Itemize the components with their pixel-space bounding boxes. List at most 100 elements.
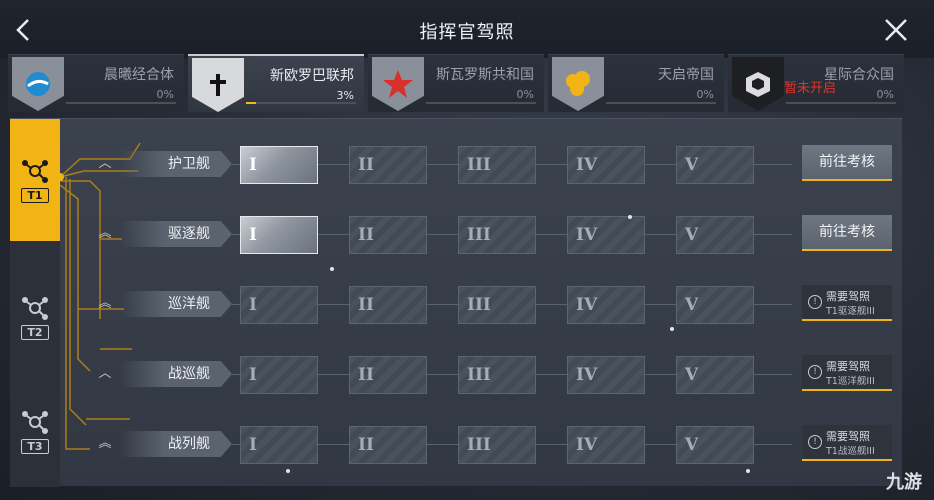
cloud-emblem-icon <box>552 57 604 111</box>
star-dot <box>628 215 632 219</box>
level-numeral: II <box>358 225 374 245</box>
tier-label: T1 <box>21 187 49 203</box>
header-bar: 指挥官驾照 <box>0 0 934 58</box>
circle-swirl-emblem-icon <box>12 57 64 111</box>
level-numeral: I <box>249 295 257 315</box>
star-dot <box>330 267 334 271</box>
cube-emblem-icon <box>732 57 784 111</box>
requirement-title: 需要驾照 <box>826 430 870 443</box>
faction-progress-text: 3% <box>336 89 354 102</box>
license-level-5[interactable]: V <box>676 146 754 184</box>
license-level-2[interactable]: II <box>349 356 427 394</box>
faction-tab[interactable]: 星际合众国 0% 暂未开启 <box>728 54 904 112</box>
license-level-3[interactable]: III <box>458 146 536 184</box>
ship-class-label: 战巡舰 <box>120 361 232 387</box>
ship-class-label: 巡洋舰 <box>120 291 232 317</box>
ship-class-label: 驱逐舰 <box>120 221 232 247</box>
alert-icon: ! <box>808 365 822 379</box>
level-numeral: II <box>358 155 374 175</box>
page-title: 指挥官驾照 <box>419 22 515 43</box>
level-numeral: IV <box>576 225 598 245</box>
license-level-5[interactable]: V <box>676 286 754 324</box>
requirement-box: ! 需要驾照 T1巡洋舰III <box>802 355 892 391</box>
tier-tab[interactable]: T3 <box>10 381 60 481</box>
level-numeral: II <box>358 365 374 385</box>
faction-progress-text: 0% <box>516 88 534 101</box>
faction-progress-bar <box>66 102 176 104</box>
faction-progress-text: 0% <box>696 88 714 101</box>
level-numeral: I <box>249 365 257 385</box>
faction-tab[interactable]: 新欧罗巴联邦 3% <box>188 54 364 112</box>
level-numeral: III <box>467 365 491 385</box>
ship-row: ︽ 驱逐舰 I II III IV V 前往考核 <box>96 215 896 255</box>
license-level-3[interactable]: III <box>458 356 536 394</box>
license-level-1[interactable]: I <box>240 146 318 184</box>
license-level-2[interactable]: II <box>349 286 427 324</box>
level-numeral: I <box>249 225 257 245</box>
star-dot <box>670 327 674 331</box>
star-dot <box>286 469 290 473</box>
license-level-4[interactable]: IV <box>567 216 645 254</box>
level-numeral: I <box>249 155 257 175</box>
faction-name: 斯瓦罗斯共和国 <box>436 67 534 83</box>
molecule-icon <box>22 410 48 434</box>
requirement-title: 需要驾照 <box>826 360 870 373</box>
close-button[interactable] <box>882 16 910 44</box>
level-numeral: I <box>249 435 257 455</box>
ship-row: ︿ 战巡舰 I II III IV V! 需要驾照 T1巡洋舰III <box>96 355 896 395</box>
level-numeral: III <box>467 435 491 455</box>
license-level-1[interactable]: I <box>240 356 318 394</box>
license-level-3[interactable]: III <box>458 216 536 254</box>
requirement-title: 需要驾照 <box>826 290 870 303</box>
license-level-3[interactable]: III <box>458 426 536 464</box>
license-level-1[interactable]: I <box>240 286 318 324</box>
license-level-3[interactable]: III <box>458 286 536 324</box>
faction-tab[interactable]: 斯瓦罗斯共和国 0% <box>368 54 544 112</box>
go-assess-button[interactable]: 前往考核 <box>802 215 892 251</box>
tier-label: T3 <box>21 438 49 454</box>
faction-progress-bar <box>606 102 716 104</box>
license-level-4[interactable]: IV <box>567 146 645 184</box>
star-emblem-icon <box>372 57 424 111</box>
ship-row: ︿ 护卫舰 I II III IV V 前往考核 <box>96 145 896 185</box>
license-level-4[interactable]: IV <box>567 426 645 464</box>
faction-progress-bar <box>786 102 896 104</box>
license-panel: T1 T2 T3 ︿ 护卫舰 I II III IV V 前往考核 ︽ 驱逐舰 I II III IV V 前往考… <box>10 118 902 487</box>
ship-class-label: 护卫舰 <box>120 151 232 177</box>
level-numeral: V <box>685 225 699 245</box>
license-level-1[interactable]: I <box>240 216 318 254</box>
requirement-detail: T1战巡舰III <box>826 446 875 457</box>
license-level-4[interactable]: IV <box>567 356 645 394</box>
ship-row: ︽ 战列舰 I II III IV V! 需要驾照 T1战巡舰III <box>96 425 896 465</box>
requirement-detail: T1巡洋舰III <box>826 376 875 387</box>
faction-name: 天启帝国 <box>658 67 714 83</box>
faction-tab[interactable]: 晨曦经合体 0% <box>8 54 184 112</box>
license-level-5[interactable]: V <box>676 426 754 464</box>
level-numeral: III <box>467 225 491 245</box>
level-numeral: IV <box>576 365 598 385</box>
license-level-2[interactable]: II <box>349 426 427 464</box>
license-level-4[interactable]: IV <box>567 286 645 324</box>
faction-name: 新欧罗巴联邦 <box>270 68 354 84</box>
license-level-5[interactable]: V <box>676 356 754 394</box>
rank-chevron-icon: ︿ <box>98 156 112 171</box>
license-level-2[interactable]: II <box>349 216 427 254</box>
alert-icon: ! <box>808 435 822 449</box>
go-assess-button[interactable]: 前往考核 <box>802 145 892 181</box>
faction-tab[interactable]: 天启帝国 0% <box>548 54 724 112</box>
requirement-box: ! 需要驾照 T1驱逐舰III <box>802 285 892 321</box>
license-level-2[interactable]: II <box>349 146 427 184</box>
locked-label: 暂未开启 <box>784 81 837 96</box>
tier-tab[interactable]: T1 <box>10 119 60 241</box>
tier-tab[interactable]: T2 <box>10 267 60 367</box>
cross-emblem-icon <box>192 58 244 112</box>
license-level-5[interactable]: V <box>676 216 754 254</box>
star-dot <box>746 469 750 473</box>
faction-progress-text: 0% <box>156 88 174 101</box>
rank-chevron-icon: ︽ <box>98 226 112 241</box>
faction-progress-bar <box>246 102 356 104</box>
tier-label: T2 <box>21 324 49 340</box>
level-numeral: IV <box>576 155 598 175</box>
license-level-1[interactable]: I <box>240 426 318 464</box>
alert-icon: ! <box>808 295 822 309</box>
